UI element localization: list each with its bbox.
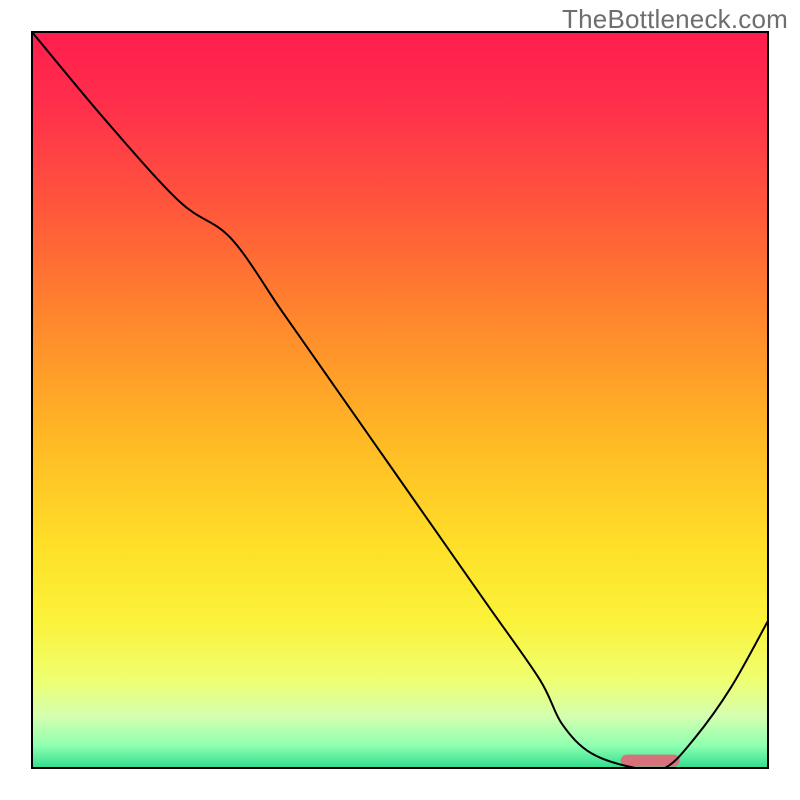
gradient-background (32, 32, 768, 768)
bottleneck-chart (0, 0, 800, 800)
watermark-text: TheBottleneck.com (562, 4, 788, 35)
chart-stage: TheBottleneck.com (0, 0, 800, 800)
